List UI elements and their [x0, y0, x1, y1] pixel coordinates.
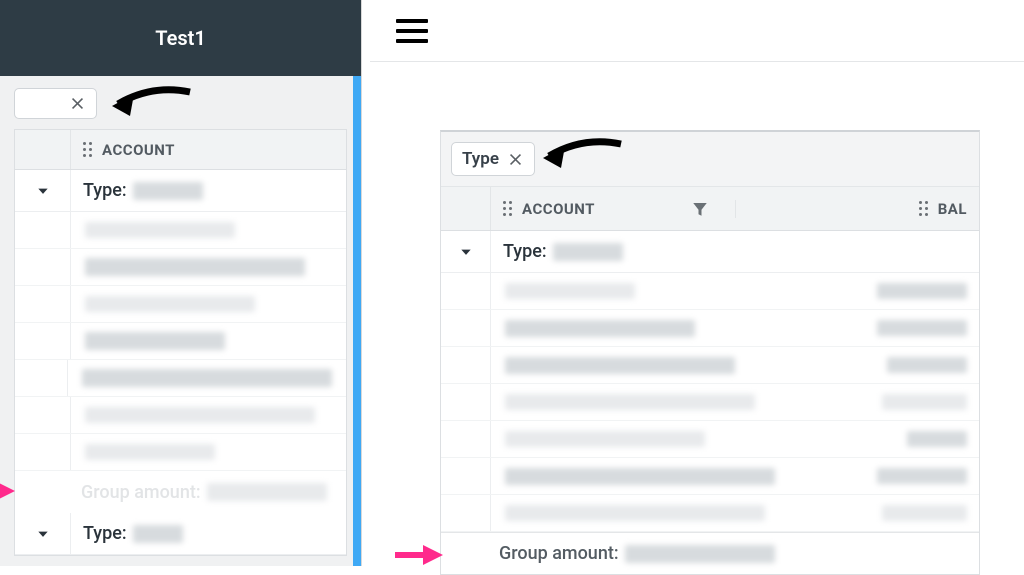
table-row[interactable] — [15, 212, 346, 249]
group-row[interactable]: Type: — [441, 231, 979, 273]
sidebar-title: Test1 — [155, 26, 206, 50]
table-row[interactable] — [441, 310, 979, 347]
table-row[interactable] — [15, 397, 346, 434]
grid-header-row: ACCOUNT — [15, 130, 346, 170]
drag-handle-icon[interactable] — [919, 201, 928, 216]
annotation-arrow-icon — [395, 543, 443, 567]
caret-down-icon — [459, 245, 473, 259]
sidebar-panel: Test1 ACCOUNT — [0, 0, 362, 566]
annotation-arrow-icon — [543, 134, 623, 178]
caret-down-icon — [36, 527, 50, 541]
hamburger-menu-icon[interactable] — [396, 19, 428, 43]
group-row[interactable]: Type: — [15, 513, 346, 555]
column-header-label: ACCOUNT — [522, 200, 595, 218]
chip-label: Type — [462, 149, 499, 169]
filter-icon[interactable] — [691, 200, 709, 218]
group-row[interactable]: Type: — [15, 170, 346, 212]
table-row[interactable] — [15, 323, 346, 360]
group-footer-label: Group amount: — [81, 482, 201, 503]
table-row[interactable] — [15, 434, 346, 471]
group-footer-label: Group amount: — [499, 543, 619, 564]
group-expand-toggle[interactable] — [15, 170, 71, 211]
annotation-arrow-icon — [0, 479, 15, 503]
group-label: Type: — [71, 523, 195, 544]
table-row[interactable] — [441, 273, 979, 310]
table-row[interactable] — [441, 421, 979, 458]
table-row[interactable] — [15, 286, 346, 323]
group-footer: Group amount: — [441, 532, 979, 574]
column-header-account[interactable]: ACCOUNT — [71, 141, 346, 159]
column-header-label: BAL — [938, 200, 967, 218]
empty-filter-chip[interactable] — [14, 88, 97, 119]
column-header-label: ACCOUNT — [102, 141, 175, 159]
accounts-grid-left: ACCOUNT Type: — [14, 129, 347, 556]
caret-down-icon — [36, 184, 50, 198]
close-icon[interactable] — [69, 95, 86, 112]
table-row[interactable] — [441, 495, 979, 532]
group-label: Type: — [491, 241, 635, 262]
drag-handle-icon[interactable] — [83, 142, 92, 157]
table-row[interactable] — [441, 347, 979, 384]
column-header-account[interactable]: ACCOUNT — [491, 200, 735, 218]
filter-chip-row: Type — [441, 132, 979, 187]
filter-chip-row — [14, 88, 347, 119]
group-footer: Group amount: — [15, 471, 346, 513]
table-row[interactable] — [441, 384, 979, 421]
table-row[interactable] — [441, 458, 979, 495]
group-expand-toggle[interactable] — [441, 231, 491, 272]
table-row[interactable] — [15, 249, 346, 286]
column-header-bal[interactable]: BAL — [735, 200, 980, 218]
top-bar — [370, 0, 1024, 62]
grid-header-row: ACCOUNT BAL — [441, 187, 979, 231]
main-area: Type ACCOUNT — [370, 0, 1024, 566]
table-row[interactable] — [15, 360, 346, 397]
drag-handle-icon[interactable] — [503, 201, 512, 216]
group-expand-toggle[interactable] — [15, 513, 71, 554]
annotation-arrow-icon — [112, 82, 192, 126]
close-icon[interactable] — [507, 151, 524, 168]
accounts-grid-main: Type ACCOUNT — [440, 130, 980, 575]
group-label: Type: — [71, 180, 215, 201]
sidebar-header: Test1 — [0, 0, 361, 76]
type-filter-chip[interactable]: Type — [451, 142, 535, 176]
